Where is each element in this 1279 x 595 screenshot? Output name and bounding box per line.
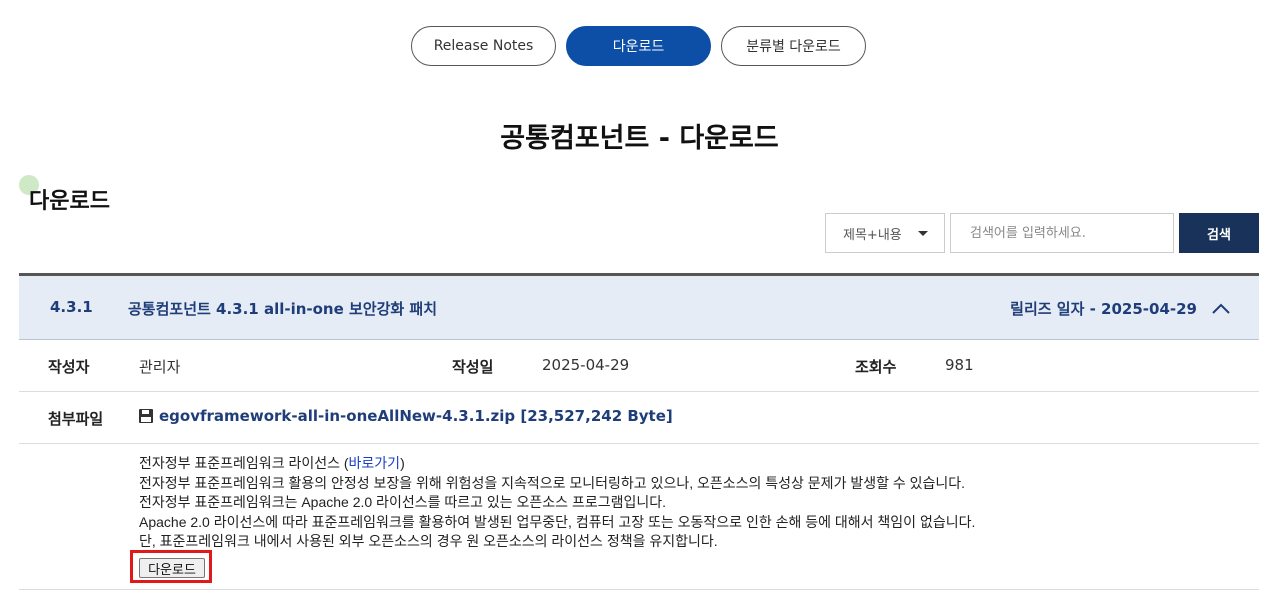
license-line: 전자정부 표준프레임워크 라이선스 (바로가기) bbox=[139, 455, 405, 471]
attachment-link[interactable]: egovframework-all-in-oneAllNew-4.3.1.zip… bbox=[138, 407, 673, 425]
section-title: 다운로드 bbox=[29, 189, 110, 214]
notice-line: 전자정부 표준프레임워크 활용의 안정성 보장을 위해 위험성을 지속적으로 모… bbox=[139, 474, 966, 491]
search-button[interactable]: 검색 bbox=[1179, 213, 1259, 253]
author-label: 작성자 bbox=[48, 358, 90, 376]
date-value: 2025-04-29 bbox=[542, 356, 630, 374]
post-header[interactable]: 4.3.1 공통컴포넌트 4.3.1 all-in-one 보안강화 패치 릴리… bbox=[19, 273, 1259, 340]
license-notice: 전자정부 표준프레임워크 라이선스 (바로가기) 전자정부 표준프레임워크 활용… bbox=[139, 454, 975, 552]
search-type-select[interactable]: 제목+내용 bbox=[825, 213, 945, 253]
tab-release-notes[interactable]: Release Notes bbox=[411, 26, 556, 66]
post-version: 4.3.1 bbox=[50, 298, 93, 316]
post-board: 4.3.1 공통컴포넌트 4.3.1 all-in-one 보안강화 패치 릴리… bbox=[19, 273, 1259, 590]
post-subject: 공통컴포넌트 4.3.1 all-in-one 보안강화 패치 bbox=[128, 300, 438, 318]
save-disk-icon bbox=[139, 409, 153, 423]
tab-download[interactable]: 다운로드 bbox=[566, 26, 711, 66]
chevron-up-icon[interactable] bbox=[1212, 300, 1230, 318]
download-button[interactable]: 다운로드 bbox=[139, 558, 205, 578]
views-value: 981 bbox=[945, 356, 974, 374]
tab-bar: Release Notes 다운로드 분류별 다운로드 bbox=[0, 26, 1279, 66]
post-meta-row: 작성자 관리자 작성일 2025-04-29 조회수 981 bbox=[19, 340, 1259, 392]
notice-line: Apache 2.0 라이선스에 따라 표준프레임워크를 활용하여 발생된 업무… bbox=[139, 513, 976, 530]
author-value: 관리자 bbox=[139, 358, 181, 376]
views-label: 조회수 bbox=[855, 358, 897, 376]
attachment-row: 첨부파일 egovframework-all-in-oneAllNew-4.3.… bbox=[19, 392, 1259, 444]
search-type-value: 제목+내용 bbox=[843, 227, 902, 243]
license-shortcut-link[interactable]: 바로가기 bbox=[349, 455, 401, 471]
date-label: 작성일 bbox=[452, 358, 494, 376]
post-body: 전자정부 표준프레임워크 라이선스 (바로가기) 전자정부 표준프레임워크 활용… bbox=[19, 444, 1259, 590]
attachment-filename: egovframework-all-in-oneAllNew-4.3.1.zip… bbox=[159, 407, 673, 425]
post-release-date: 릴리즈 일자 - 2025-04-29 bbox=[1010, 300, 1197, 318]
page-title: 공통컴포넌트 - 다운로드 bbox=[500, 123, 779, 154]
attachment-label: 첨부파일 bbox=[48, 410, 104, 428]
caret-down-icon bbox=[918, 231, 928, 236]
notice-line: 전자정부 표준프레임워크는 Apache 2.0 라이선스를 따르고 있는 오픈… bbox=[139, 494, 666, 510]
tab-category-download[interactable]: 분류별 다운로드 bbox=[721, 26, 866, 66]
search-input[interactable] bbox=[950, 213, 1174, 253]
download-highlight: 다운로드 bbox=[130, 550, 212, 583]
notice-line: 단, 표준프레임워크 내에서 사용된 외부 오픈소스의 경우 원 오픈소스의 라… bbox=[139, 533, 718, 549]
